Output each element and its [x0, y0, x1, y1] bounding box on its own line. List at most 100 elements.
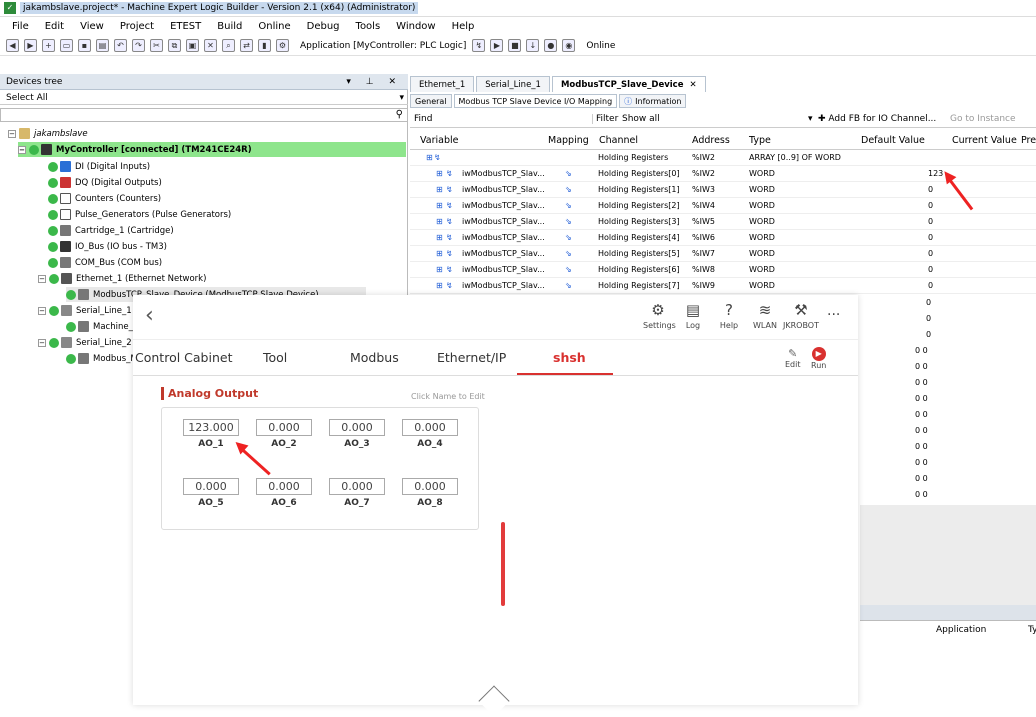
new-icon[interactable]: +	[42, 39, 55, 52]
tab-control-cabinet[interactable]: Control Cabinet	[135, 350, 232, 365]
col-address[interactable]: Address	[692, 135, 730, 146]
col-prepared[interactable]: Pre	[1021, 135, 1036, 146]
tree-com-bus[interactable]: COM_Bus (COM bus)	[48, 255, 162, 270]
tab-serial-line[interactable]: Serial_Line_1	[476, 76, 550, 92]
analog-output-name[interactable]: AO_5	[183, 498, 239, 508]
analog-output-value[interactable]: 0.000	[256, 419, 312, 436]
tab-tool[interactable]: Tool	[263, 350, 287, 365]
analog-output-value[interactable]: 0.000	[329, 478, 385, 495]
tab-shsh[interactable]: shsh	[553, 350, 586, 365]
analog-output-value[interactable]: 0.000	[329, 419, 385, 436]
menu-online[interactable]: Online	[258, 21, 290, 32]
table-row[interactable]: ⊞ ↯ iwModbusTCP_Slav... ⇘ Holding Registers[…	[410, 198, 1036, 214]
tab-modbus[interactable]: Modbus	[350, 350, 399, 365]
analog-output-value[interactable]: 0.000	[183, 478, 239, 495]
back-icon[interactable]: ◀	[6, 39, 19, 52]
analog-output-name[interactable]: AO_8	[402, 498, 458, 508]
wlan-button[interactable]: ≋ WLAN	[750, 301, 780, 330]
devices-search-input[interactable]: ⚲	[0, 108, 408, 122]
menu-build[interactable]: Build	[217, 21, 242, 32]
cut-icon[interactable]: ✂	[150, 39, 163, 52]
table-row[interactable]: ⊞ ↯ iwModbusTCP_Slav... ⇘ Holding Registers[…	[410, 230, 1036, 246]
analog-output-name[interactable]: AO_2	[256, 439, 312, 449]
add-fb-button[interactable]: ✚ Add FB for IO Channel...	[818, 114, 936, 124]
analog-output-name[interactable]: AO_3	[329, 439, 385, 449]
analog-output-value[interactable]: 0.000	[402, 478, 458, 495]
undo-icon[interactable]: ↶	[114, 39, 127, 52]
col-channel[interactable]: Channel	[599, 135, 638, 146]
col-default[interactable]: Default Value	[861, 135, 925, 146]
menu-etest[interactable]: ETEST	[170, 21, 201, 32]
delete-icon[interactable]: ✕	[204, 39, 217, 52]
tree-serial-line-2[interactable]: − Serial_Line_2 (	[38, 335, 138, 350]
tree-modbus-manager[interactable]: Modbus_M	[66, 351, 138, 366]
analog-output-name[interactable]: AO_6	[256, 498, 312, 508]
run-button[interactable]: ▶ Run	[811, 347, 826, 370]
menu-help[interactable]: Help	[452, 21, 475, 32]
edit-button[interactable]: ✎ Edit	[785, 347, 801, 369]
tab-ethernet[interactable]: Ethernet_1	[410, 76, 475, 92]
watch-icon[interactable]: ◉	[562, 39, 576, 52]
col-application[interactable]: Application	[936, 625, 986, 635]
log-button[interactable]: ▤ Log	[678, 301, 708, 330]
redo-icon[interactable]: ↷	[132, 39, 145, 52]
col-mapping[interactable]: Mapping	[548, 135, 589, 146]
find-icon[interactable]: ⌕	[222, 39, 235, 52]
open-icon[interactable]: ▭	[60, 39, 73, 52]
analog-output-value[interactable]: 0.000	[402, 419, 458, 436]
tree-serial-line-1[interactable]: − Serial_Line_1 (	[38, 303, 138, 318]
table-row[interactable]: ⊞ ↯ iwModbusTCP_Slav... ⇘ Holding Registers[…	[410, 246, 1036, 262]
tree-counters[interactable]: Counters (Counters)	[48, 191, 161, 206]
copy-icon[interactable]: ⧉	[168, 39, 181, 52]
analog-output-value[interactable]: 0.000	[256, 478, 312, 495]
tab-modbus-slave[interactable]: ModbusTCP_Slave_Device ✕	[551, 76, 706, 92]
pane-controls[interactable]: ▾ ⊥ ✕	[346, 77, 402, 87]
go-to-instance-button[interactable]: Go to Instance	[950, 114, 1016, 124]
menu-window[interactable]: Window	[396, 21, 435, 32]
replace-icon[interactable]: ⇄	[240, 39, 253, 52]
settings-button[interactable]: ⚙ Settings	[643, 301, 676, 330]
tree-ethernet[interactable]: − Ethernet_1 (Ethernet Network)	[38, 271, 206, 286]
bookmark-icon[interactable]: ▮	[258, 39, 271, 52]
menu-edit[interactable]: Edit	[45, 21, 64, 32]
analog-output-name[interactable]: AO_1	[183, 439, 239, 449]
subtab-information[interactable]: ⓘ Information	[619, 94, 687, 108]
menu-file[interactable]: File	[12, 21, 29, 32]
start-icon[interactable]: ▶	[490, 39, 504, 52]
menu-project[interactable]: Project	[120, 21, 154, 32]
jkrobot-button[interactable]: ⚒ JKROBOT	[783, 301, 819, 330]
col-type[interactable]: Type	[749, 135, 771, 146]
subtab-general[interactable]: General	[410, 94, 452, 108]
back-arrow-icon[interactable]: ‹	[145, 303, 154, 328]
menu-debug[interactable]: Debug	[307, 21, 340, 32]
tree-dq[interactable]: DQ (Digital Outputs)	[48, 175, 162, 190]
analog-output-name[interactable]: AO_4	[402, 439, 458, 449]
table-row[interactable]: ⊞ ↯ Holding Registers %IW2 ARRAY [0..9] OF W…	[410, 150, 1036, 166]
tree-project[interactable]: − jakambslave	[8, 126, 88, 141]
tree-di[interactable]: DI (Digital Inputs)	[48, 159, 150, 174]
col-current[interactable]: Current Value	[952, 135, 1017, 146]
filter-select[interactable]: Show all	[622, 114, 660, 124]
table-row[interactable]: ⊞ ↯ iwModbusTCP_Slav... ⇘ Holding Registers[…	[410, 214, 1036, 230]
select-all-dropdown[interactable]: Select All ▾	[0, 91, 408, 105]
scrollbar[interactable]	[501, 522, 505, 606]
close-icon[interactable]: ✕	[689, 80, 696, 90]
tree-io-bus[interactable]: IO_Bus (IO bus - TM3)	[48, 239, 167, 254]
tab-ethernet-ip[interactable]: Ethernet/IP	[437, 350, 506, 365]
menu-view[interactable]: View	[80, 21, 104, 32]
table-row[interactable]: ⊞ ↯ iwModbusTCP_Slav... ⇘ Holding Registers[…	[410, 278, 1036, 294]
tree-controller[interactable]: − MyController [connected] (TM241CE24R)	[18, 142, 406, 157]
active-application[interactable]: Application [MyController: PLC Logic]	[300, 41, 466, 51]
more-icon[interactable]: ···	[827, 307, 840, 323]
login-icon[interactable]: ↯	[472, 39, 486, 52]
col-ty[interactable]: Ty	[1028, 625, 1036, 635]
tree-pulse-generators[interactable]: Pulse_Generators (Pulse Generators)	[48, 207, 231, 222]
paste-icon[interactable]: ▣	[186, 39, 199, 52]
tree-cartridge[interactable]: Cartridge_1 (Cartridge)	[48, 223, 174, 238]
table-row[interactable]: ⊞ ↯ iwModbusTCP_Slav... ⇘ Holding Registers[…	[410, 262, 1036, 278]
analog-output-name[interactable]: AO_7	[329, 498, 385, 508]
stop-icon[interactable]: ■	[508, 39, 522, 52]
table-row[interactable]: ⊞ ↯ iwModbusTCP_Slav... ⇘ Holding Registers[…	[410, 182, 1036, 198]
build-icon[interactable]: ⚙	[276, 39, 289, 52]
print-icon[interactable]: ▤	[96, 39, 109, 52]
